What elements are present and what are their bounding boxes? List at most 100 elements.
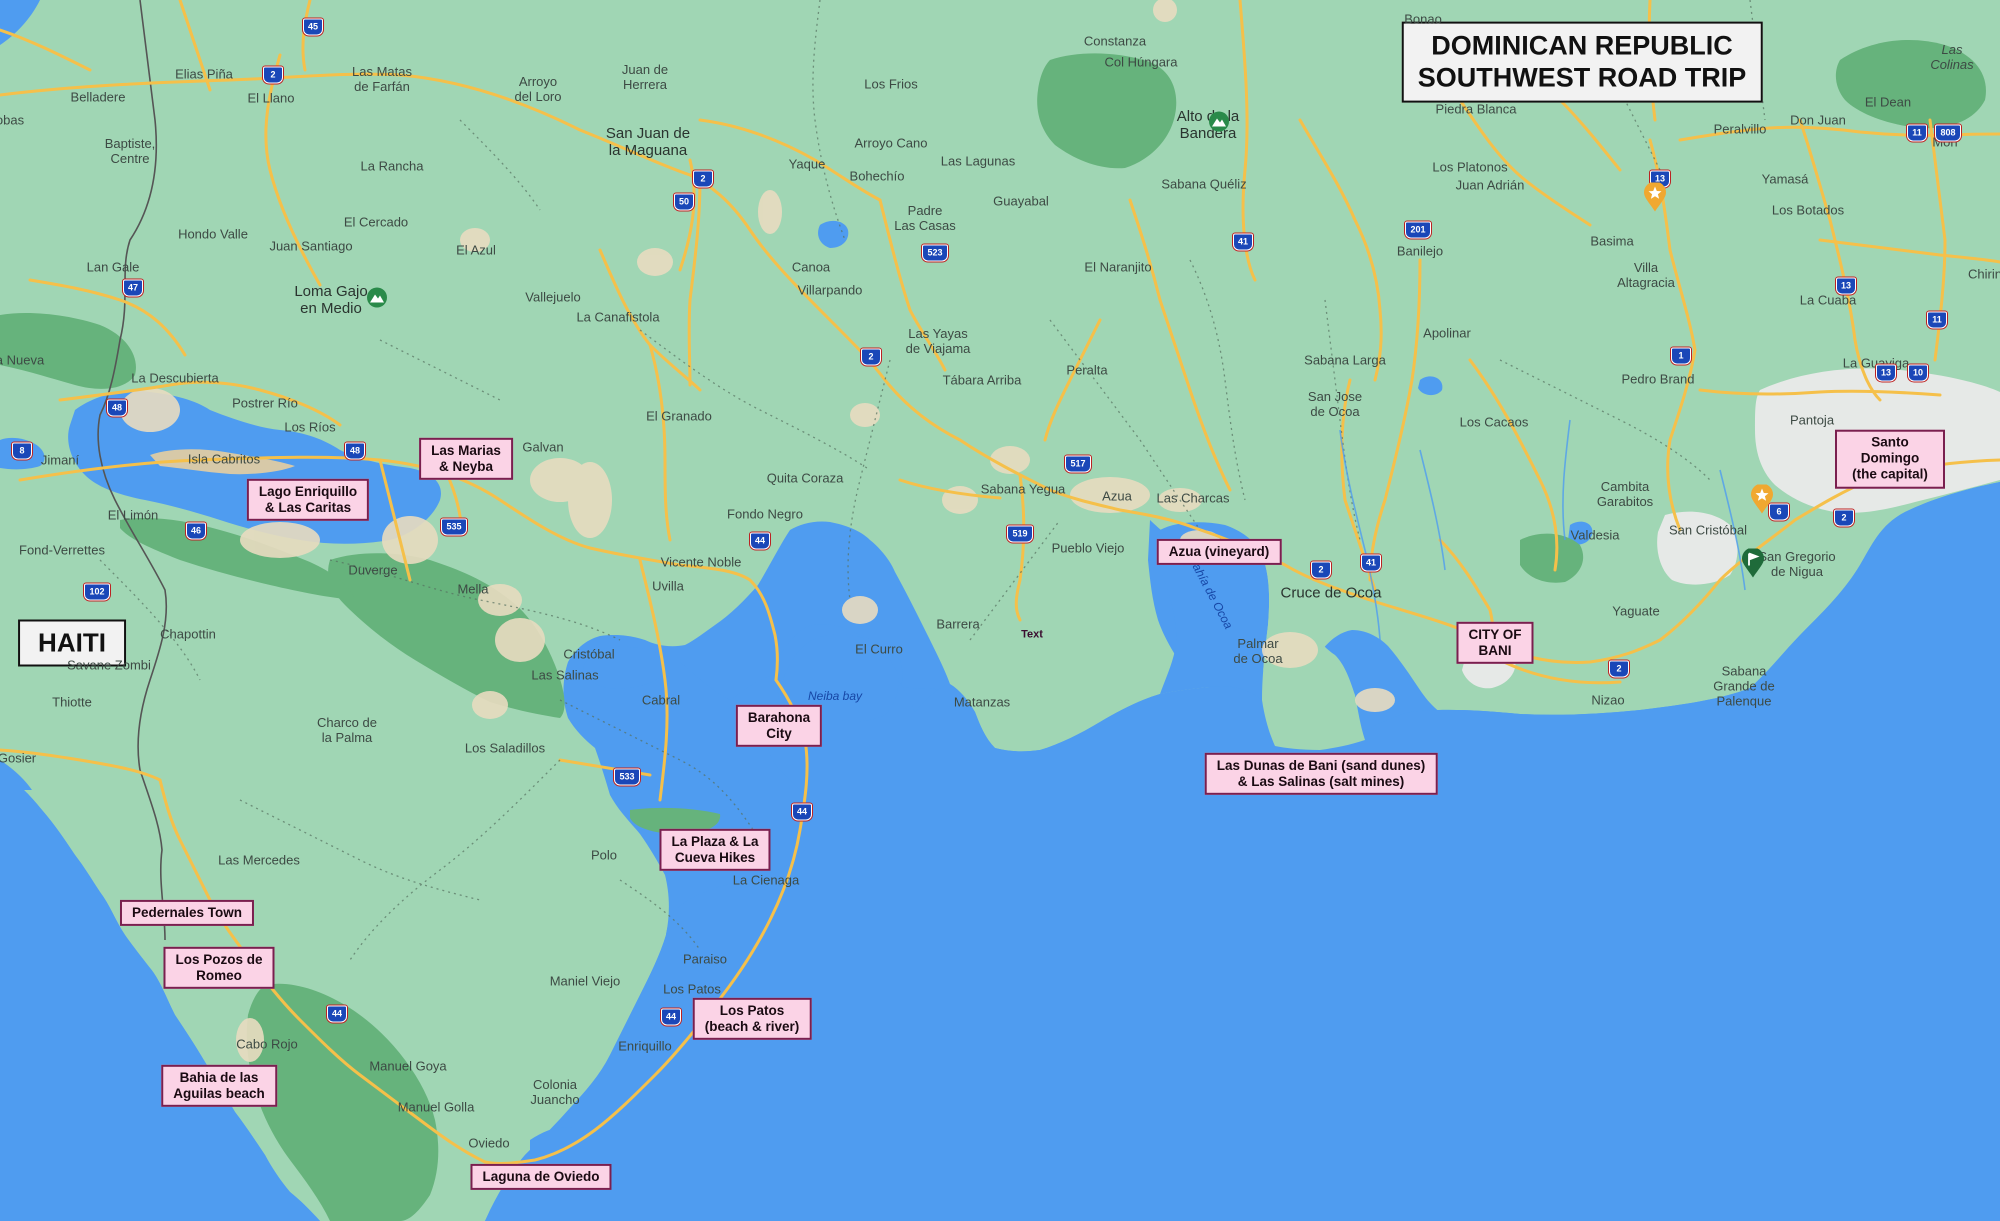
road-shield: 102 [84, 583, 110, 601]
road-shield: 44 [661, 1008, 681, 1026]
callout-sd[interactable]: Santo Domingo (the capital) [1835, 429, 1945, 489]
road-shield: 41 [1361, 554, 1381, 572]
place-label: Villarpando [797, 282, 863, 298]
place-label: Juan de Herrera [621, 62, 669, 92]
place-label: Los Patos [663, 981, 721, 997]
callout-barahona[interactable]: Barahona City [735, 704, 823, 748]
road-shield: 517 [1065, 455, 1091, 473]
place-label: Manuel Golla [397, 1099, 475, 1115]
place-label: Uvilla [652, 578, 684, 594]
place-label: El Limón [107, 507, 159, 523]
callout-bani[interactable]: CITY OF BANI [1456, 621, 1534, 665]
map-title-text: DOMINICAN REPUBLIC SOUTHWEST ROAD TRIP [1417, 30, 1747, 93]
road-shield: 44 [792, 803, 812, 821]
place-label: La Cuaba [1799, 292, 1857, 308]
callout-laplaza[interactable]: La Plaza & La Cueva Hikes [659, 828, 771, 872]
road-shield: 2 [861, 348, 881, 366]
road-shield: 2 [1311, 561, 1331, 579]
road-shield: 1 [1671, 347, 1691, 365]
road-shield: 2 [1609, 660, 1629, 678]
place-label: Galvan [522, 439, 564, 455]
place-label: Arroyo del Loro [514, 74, 562, 104]
water-label-text: Text [1021, 628, 1043, 641]
road-shield: 45 [303, 18, 323, 36]
place-label: Charco de la Palma [317, 715, 377, 745]
callout-lospatos[interactable]: Los Patos (beach & river) [692, 997, 812, 1041]
place-label: Banilejo [1396, 243, 1444, 259]
place-label: Yaque [788, 156, 826, 172]
place-label: Lan Gale [86, 259, 140, 275]
place-label: El Granado [646, 408, 712, 424]
place-label: Jimaní [40, 452, 80, 468]
place-label: Cabo Rojo [236, 1036, 298, 1052]
callout-pedernales[interactable]: Pedernales Town [119, 899, 255, 927]
place-label: San Gregorio de Nigua [1758, 549, 1836, 579]
water-label-neiba-bay: Neiba bay [807, 689, 863, 704]
callout-marias[interactable]: Las Marias & Neyba [419, 437, 513, 481]
flag-icon[interactable] [1741, 547, 1765, 584]
road-shield: 11 [1927, 311, 1947, 329]
place-label: Duverge [348, 562, 398, 578]
place-label: Peralvillo [1713, 121, 1767, 137]
road-shield: 47 [123, 279, 143, 297]
star-icon[interactable] [1643, 181, 1667, 218]
callout-lago[interactable]: Lago Enriquillo & Las Caritas [246, 478, 370, 522]
place-label: Juan Santiago [269, 238, 353, 254]
place-label: La Rancha [360, 158, 424, 174]
road-shield: 2 [263, 66, 283, 84]
callout-dunas[interactable]: Las Dunas de Bani (sand dunes) & Las Sal… [1204, 752, 1438, 796]
road-shield: 10 [1908, 364, 1928, 382]
mountain-icon[interactable] [1208, 111, 1230, 138]
place-label: Las Matas de Farfán [352, 64, 412, 94]
road-shield: 50 [674, 193, 694, 211]
place-label: Thiotte [52, 694, 92, 710]
place-label: Yaguate [1612, 603, 1660, 619]
place-label: Hondo Valle [178, 226, 248, 242]
place-label: Cruce de Ocoa [1280, 584, 1382, 602]
callout-oviedo[interactable]: Laguna de Oviedo [470, 1163, 612, 1191]
place-label: Fondo Negro [727, 506, 803, 522]
road-shield: 44 [327, 1005, 347, 1023]
place-label: Peralta [1066, 362, 1108, 378]
star-icon[interactable] [1750, 483, 1774, 520]
road-shield: 2 [693, 170, 713, 188]
place-label: Sabana Larga [1304, 352, 1386, 368]
callout-pozos[interactable]: Los Pozos de Romeo [163, 946, 275, 990]
place-label: Cabral [641, 692, 681, 708]
place-label: Colonia Juancho [530, 1077, 580, 1107]
place-label: Savane Zombi [67, 657, 151, 673]
map-base [0, 0, 2000, 1221]
place-label: Postrer Río [232, 395, 298, 411]
place-label: La Canafistola [576, 309, 660, 325]
callout-bahia[interactable]: Bahia de las Aguilas beach [161, 1064, 277, 1108]
place-label: Bonao [1404, 11, 1442, 27]
place-label: Los Platonos [1432, 159, 1508, 175]
place-label: Gosier [0, 750, 37, 766]
callout-azua[interactable]: Azua (vineyard) [1156, 538, 1282, 566]
place-label: Manuel Goya [369, 1058, 447, 1074]
map-canvas[interactable]: DOMINICAN REPUBLIC SOUTHWEST ROAD TRIP H… [0, 0, 2000, 1221]
place-label: El Azul [456, 242, 496, 258]
place-label: Barrera [936, 616, 980, 632]
place-label: Los Ríos [284, 419, 336, 435]
place-label: Baptiste, Centre [104, 136, 156, 166]
place-label: Loma Gajo en Medio [294, 282, 368, 317]
place-label: Las Charcas [1156, 490, 1230, 506]
place-label: Azua [1102, 488, 1132, 504]
place-label: Enriquillo [618, 1038, 672, 1054]
road-shield: 8 [12, 442, 32, 460]
place-label: Sabana Grande de Palenque [1713, 663, 1775, 709]
place-label: Arroyo Cano [854, 135, 928, 151]
mountain-icon[interactable] [366, 287, 388, 314]
road-shield: 523 [922, 244, 948, 262]
place-label: San Jose de Ocoa [1307, 389, 1363, 419]
road-shield: 48 [345, 442, 365, 460]
place-label: Paraiso [682, 951, 728, 967]
place-label: Juan Adrián [1455, 177, 1525, 193]
place-label: Fond-Verrettes [19, 542, 105, 558]
place-label: San Cristóbal [1668, 522, 1748, 538]
place-label: Tábara Arriba [942, 372, 1022, 388]
place-label: Sabana Yegua [980, 481, 1066, 497]
place-label: Los Saladillos [464, 740, 546, 756]
road-shield: 13 [1876, 364, 1896, 382]
